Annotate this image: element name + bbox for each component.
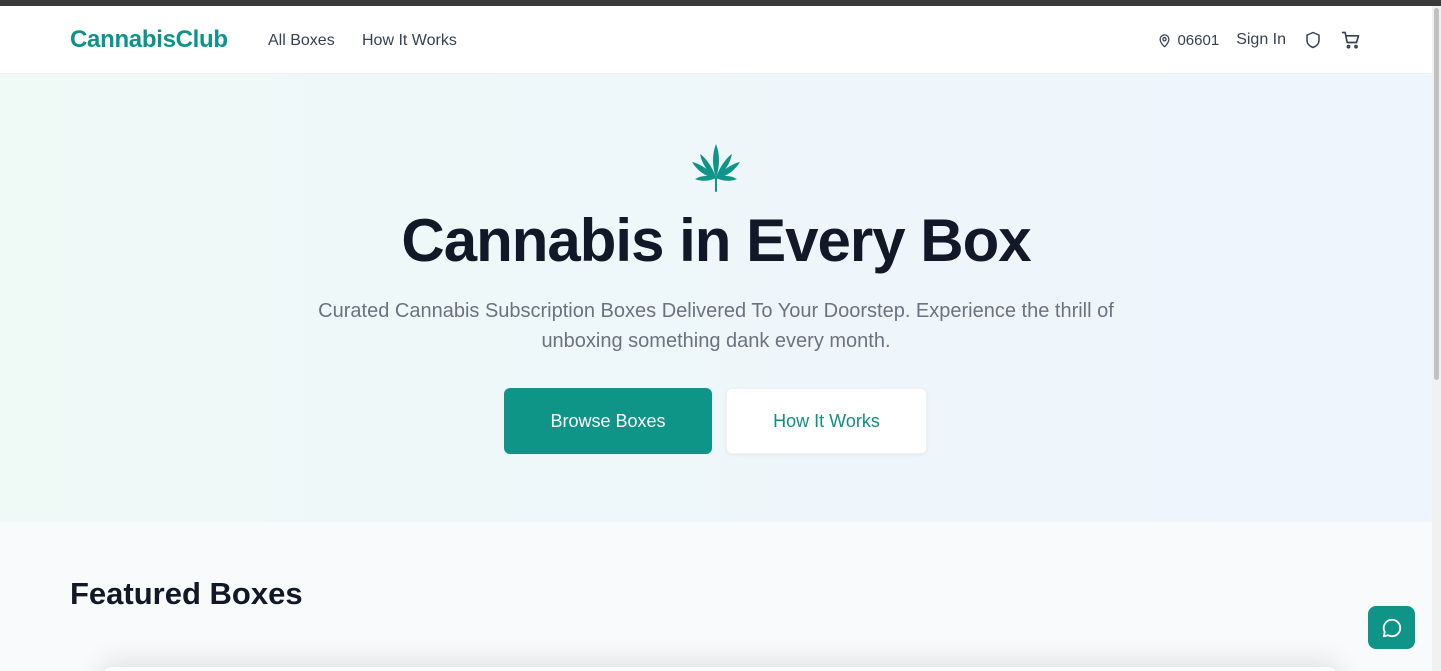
featured-heading: Featured Boxes [70, 576, 303, 611]
zip-code-text: 06601 [1177, 31, 1220, 49]
shield-button[interactable] [1304, 30, 1322, 50]
cart-button[interactable] [1340, 30, 1362, 50]
hero-subtitle: Curated Cannabis Subscription Boxes Deli… [318, 300, 1114, 352]
featured-section: Featured Boxes [0, 522, 1432, 671]
shield-icon [1306, 31, 1320, 49]
how-it-works-button[interactable]: How It Works [726, 388, 927, 454]
featured-card[interactable] [100, 667, 1340, 671]
cart-icon [1341, 31, 1360, 49]
hero-section: Cannabis in Every Box Curated Cannabis S… [0, 74, 1432, 522]
site-header: CannabisClub All Boxes How It Works 0660… [0, 6, 1432, 74]
nav-all-boxes[interactable]: All Boxes [268, 32, 335, 50]
location-pin-icon [1159, 33, 1170, 47]
browse-boxes-button[interactable]: Browse Boxes [504, 388, 712, 454]
sign-in-link[interactable]: Sign In [1236, 31, 1286, 49]
hero-title: Cannabis in Every Box [401, 207, 1031, 274]
nav-how-it-works[interactable]: How It Works [362, 32, 457, 50]
zip-code-selector[interactable]: 06601 [1157, 32, 1219, 49]
page: CannabisClub All Boxes How It Works 0660… [0, 6, 1432, 671]
scrollbar-thumb[interactable] [1434, 8, 1439, 380]
scrollbar[interactable] [1432, 6, 1441, 671]
chat-button[interactable] [1368, 606, 1415, 649]
cannabis-leaf-icon [692, 144, 740, 192]
logo[interactable]: CannabisClub [70, 26, 228, 54]
header-actions: 06601 Sign In [1157, 28, 1362, 52]
chat-bubble-icon [1382, 618, 1401, 637]
